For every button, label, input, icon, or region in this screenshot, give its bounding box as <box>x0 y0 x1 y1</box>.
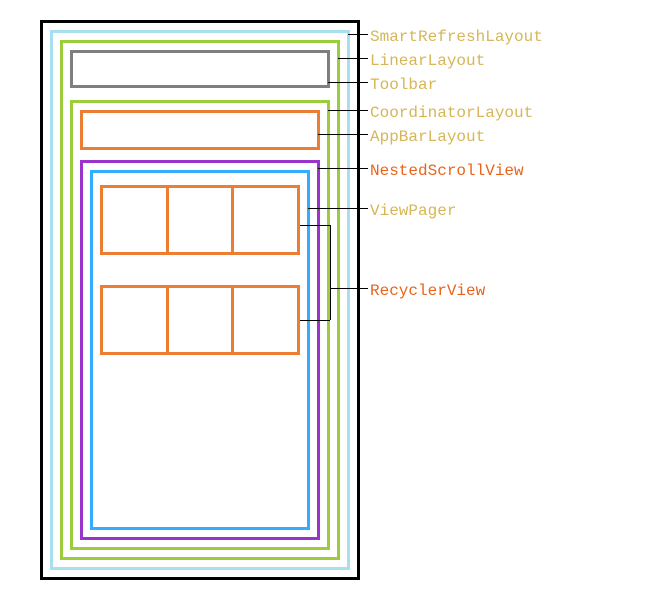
recycler-cell <box>169 288 235 352</box>
recycler-cell <box>103 188 169 252</box>
leader-line <box>318 134 368 135</box>
recycler-cell <box>234 288 297 352</box>
leader-line <box>348 34 368 35</box>
bracket-out <box>330 288 368 289</box>
recycler-cell <box>103 288 169 352</box>
recycler-cells <box>103 288 297 352</box>
label-coordinator: CoordinatorLayout <box>370 102 533 124</box>
recycler-view-2 <box>100 285 300 355</box>
label-toolbar: Toolbar <box>370 74 437 96</box>
label-app-bar: AppBarLayout <box>370 126 485 148</box>
label-linear-layout: LinearLayout <box>370 50 485 72</box>
label-nested-scroll: NestedScrollView <box>370 160 524 182</box>
leader-line <box>328 82 368 83</box>
leader-line <box>318 168 368 169</box>
leader-line <box>328 110 368 111</box>
leader-line <box>308 208 368 209</box>
recycler-cell <box>169 188 235 252</box>
label-smart-refresh: SmartRefreshLayout <box>370 26 543 48</box>
bracket-bottom <box>300 320 330 321</box>
recycler-cells <box>103 188 297 252</box>
bracket-top <box>300 225 330 226</box>
label-view-pager: ViewPager <box>370 200 456 222</box>
app-bar-layout <box>80 110 320 150</box>
toolbar <box>70 50 330 88</box>
diagram-canvas <box>40 20 360 580</box>
bracket-spine <box>330 225 331 320</box>
leader-line <box>338 58 368 59</box>
recycler-cell <box>234 188 297 252</box>
label-recycler: RecyclerView <box>370 280 485 302</box>
recycler-view-1 <box>100 185 300 255</box>
